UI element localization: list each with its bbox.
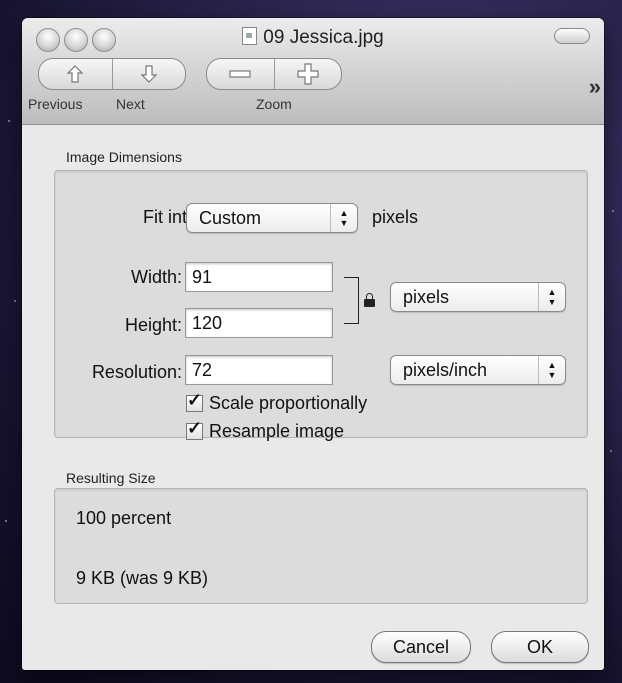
desktop-star: [5, 520, 7, 522]
plus-icon: [297, 63, 319, 85]
zoom-out-button[interactable]: [207, 59, 274, 89]
width-label: Width:: [130, 267, 182, 287]
resolution-unit-popup[interactable]: pixels/inch ▲ ▼: [390, 355, 566, 385]
resulting-size-label: Resulting Size: [66, 470, 156, 486]
image-dimensions-label: Image Dimensions: [66, 149, 182, 165]
popup-arrows-icon: ▲ ▼: [330, 204, 357, 232]
desktop-star: [14, 300, 16, 302]
title-bar: 09 Jessica.jpg Previous Next Zoom »: [22, 18, 604, 125]
minus-icon: [229, 70, 251, 78]
height-label: Height:: [124, 315, 182, 335]
image-size-window: 09 Jessica.jpg Previous Next Zoom » Imag…: [22, 18, 604, 670]
desktop-star: [610, 450, 612, 452]
desktop-star: [8, 120, 10, 122]
popup-arrows-icon: ▲ ▼: [538, 283, 565, 311]
resulting-filesize: 9 KB (was 9 KB): [76, 568, 209, 588]
next-button[interactable]: [111, 59, 186, 89]
next-label: Next: [116, 96, 145, 112]
prev-next-segment: [38, 58, 186, 90]
proportion-bracket: [344, 277, 359, 324]
fit-into-popup[interactable]: Custom ▲ ▼: [186, 203, 358, 233]
cancel-button[interactable]: Cancel: [371, 631, 471, 663]
down-arrow-icon: [140, 65, 158, 83]
previous-label: Previous: [28, 96, 83, 112]
checkmark-icon: [186, 418, 203, 440]
window-title: 09 Jessica.jpg: [22, 27, 604, 49]
toolbar-overflow-icon[interactable]: »: [589, 74, 601, 100]
resolution-label: Resolution:: [91, 362, 182, 382]
up-arrow-icon: [66, 65, 84, 83]
width-field[interactable]: 91: [185, 262, 333, 292]
scale-proportionally-label: Scale proportionally: [209, 393, 368, 413]
scale-proportionally-checkbox[interactable]: Scale proportionally: [186, 390, 368, 414]
resample-image-checkbox[interactable]: Resample image: [186, 418, 345, 442]
toolbar-toggle-icon[interactable]: [554, 28, 590, 44]
resolution-field[interactable]: 72: [185, 355, 333, 385]
document-icon: [242, 27, 258, 45]
fit-into-unit: pixels: [372, 207, 419, 227]
zoom-segment: [206, 58, 342, 90]
fit-into-value: Custom: [199, 207, 262, 228]
size-unit-popup[interactable]: pixels ▲ ▼: [390, 282, 566, 312]
dialog-content: Image Dimensions Fit into: Custom ▲ ▼ pix…: [22, 125, 604, 670]
desktop-star: [612, 210, 614, 212]
resample-image-label: Resample image: [209, 421, 345, 441]
resulting-percent: 100 percent: [76, 508, 172, 528]
popup-arrows-icon: ▲ ▼: [538, 356, 565, 384]
zoom-label: Zoom: [256, 96, 292, 112]
previous-button[interactable]: [39, 59, 112, 89]
size-unit-value: pixels: [403, 286, 450, 307]
window-title-text: 09 Jessica.jpg: [263, 27, 384, 48]
height-field[interactable]: 120: [185, 308, 333, 338]
fit-into-label: Fit into:: [142, 207, 202, 227]
resolution-unit-value: pixels/inch: [403, 359, 488, 380]
ok-button[interactable]: OK: [491, 631, 589, 663]
checkmark-icon: [186, 390, 203, 412]
zoom-in-button[interactable]: [273, 59, 342, 89]
lock-icon[interactable]: [364, 293, 375, 307]
